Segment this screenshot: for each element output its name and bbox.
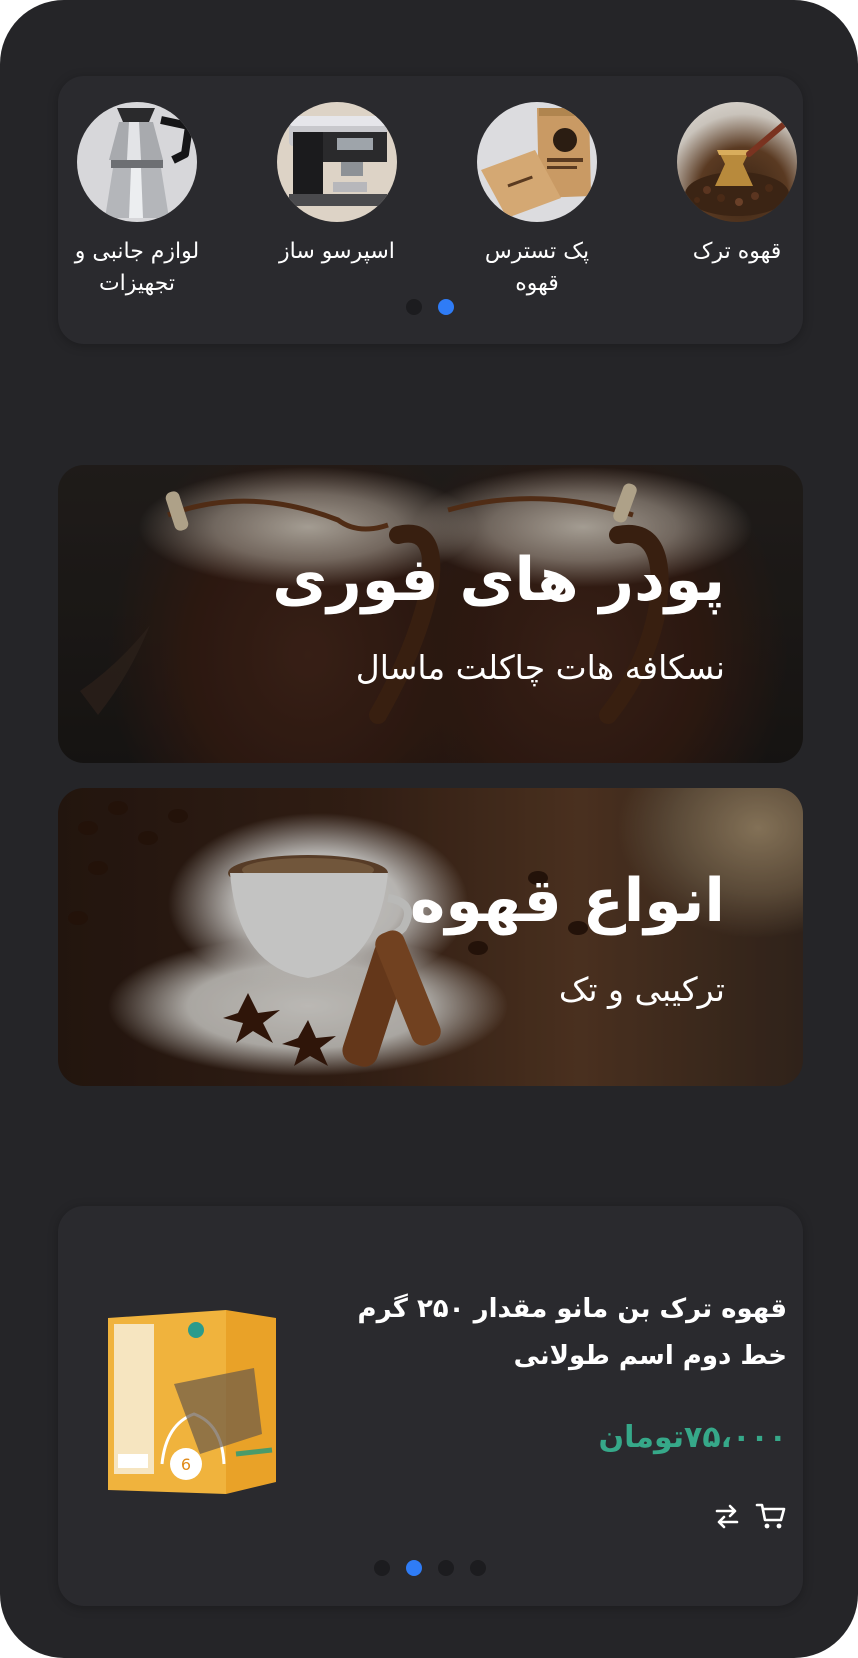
cart-icon[interactable]	[755, 1500, 787, 1532]
banner-subtitle: ترکیبی و تک	[558, 970, 725, 1009]
carousel-dot[interactable]	[406, 299, 422, 315]
category-coffee-pack[interactable]: پک تسترس قهوه	[462, 102, 612, 300]
category-carousel-dots	[406, 299, 454, 315]
product-price: ۷۵،۰۰۰تومان	[599, 1420, 787, 1455]
product-image[interactable]: 6	[104, 1304, 294, 1504]
banner-title: پودر های فوری	[272, 545, 725, 615]
espresso-machine-icon	[277, 102, 397, 222]
product-title[interactable]: قهوه ترک بن مانو مقدار ۲۵۰ گرم خط دوم اس…	[317, 1286, 787, 1380]
category-label: اسپرسو ساز	[279, 239, 395, 264]
moka-pot-icon	[77, 102, 197, 222]
carousel-dot[interactable]	[470, 1560, 486, 1576]
category-label: پک تسترس قهوه	[484, 239, 590, 296]
category-carousel: قهوه ترک پک تسترس قهوه اسپرسو ساز لوازم …	[58, 76, 803, 344]
product-carousel: 6 قهوه ترک بن مانو مقدار ۲۵۰ گرم خط دوم …	[58, 1206, 803, 1606]
turkish-coffee-pot-icon	[677, 102, 797, 222]
carousel-dot-active[interactable]	[438, 299, 454, 315]
compare-icon[interactable]	[711, 1500, 743, 1532]
price-amount: ۷۵،۰۰۰	[684, 1420, 787, 1455]
carousel-dot-active[interactable]	[406, 1560, 422, 1576]
category-label: لوازم جانبی و تجهیزات	[74, 239, 200, 296]
product-actions	[711, 1500, 787, 1532]
app-screen: قهوه ترک پک تسترس قهوه اسپرسو ساز لوازم …	[0, 0, 858, 1658]
banner-subtitle: نسکافه هات چاکلت ماسال	[355, 648, 725, 687]
banner-title: انواع قهوه	[409, 866, 725, 936]
category-label: قهوه ترک	[692, 239, 782, 264]
banner-coffee-types[interactable]: انواع قهوه ترکیبی و تک	[58, 788, 803, 1086]
category-turkish-coffee[interactable]: قهوه ترک	[662, 102, 812, 268]
price-currency: تومان	[598, 1420, 685, 1455]
coffee-bag-icon	[477, 102, 597, 222]
category-espresso-maker[interactable]: اسپرسو ساز	[262, 102, 412, 268]
svg-text:6: 6	[181, 1455, 191, 1474]
category-accessories[interactable]: لوازم جانبی و تجهیزات	[62, 102, 212, 300]
carousel-dot[interactable]	[374, 1560, 390, 1576]
coffee-cup-icon	[58, 788, 803, 1086]
product-carousel-dots	[374, 1560, 486, 1576]
carousel-dot[interactable]	[438, 1560, 454, 1576]
banner-instant-powders[interactable]: پودر های فوری نسکافه هات چاکلت ماسال	[58, 465, 803, 763]
